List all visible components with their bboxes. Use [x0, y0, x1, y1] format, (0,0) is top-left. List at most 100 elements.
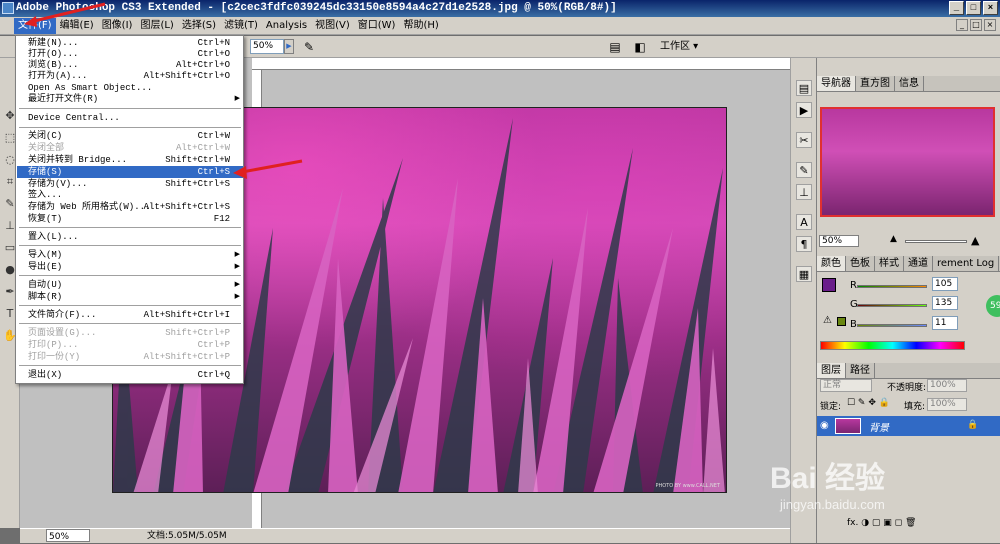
- close-button[interactable]: ×: [983, 1, 998, 15]
- menu-item-close[interactable]: 关闭(C) Ctrl+W: [17, 130, 243, 142]
- minimize-button[interactable]: _: [949, 1, 964, 15]
- baidu-watermark-url: jingyan.baidu.com: [780, 497, 885, 512]
- color-spectrum-ramp[interactable]: [820, 341, 965, 350]
- menu-item-save-for-web[interactable]: 存储为 Web 所用格式(W)... Alt+Shift+Ctrl+S: [17, 201, 243, 213]
- menu-filter[interactable]: 滤镜(T): [220, 18, 262, 34]
- navigator-zoom-field[interactable]: 50%: [819, 235, 859, 247]
- tab-channels[interactable]: 通道: [904, 256, 933, 271]
- baidu-watermark: Bai 经验 jingyan.baidu.com: [770, 445, 990, 525]
- layer-comps-icon[interactable]: ▦: [796, 266, 812, 282]
- scrubby-zoom-icon[interactable]: ✎: [301, 39, 317, 55]
- layer-lock-icon: 🔒: [967, 420, 979, 430]
- submenu-arrow-icon: ▶: [234, 263, 240, 271]
- zoom-input[interactable]: 50%: [250, 39, 284, 54]
- menu-item-print[interactable]: 打印(P)... Ctrl+P: [17, 339, 243, 351]
- menu-help[interactable]: 帮助(H): [399, 18, 442, 34]
- menu-bar: 文件(F) 编辑(E) 图像(I) 图层(L) 选择(S) 滤镜(T) Anal…: [0, 17, 1000, 35]
- bridge-icon[interactable]: ◧: [632, 39, 648, 55]
- navigator-zoom-slider[interactable]: [905, 240, 967, 243]
- menu-window[interactable]: 窗口(W): [354, 18, 400, 34]
- doc-minimize-button[interactable]: _: [956, 19, 968, 31]
- menu-item-open-as[interactable]: 打开为(A)... Alt+Shift+Ctrl+O: [17, 70, 243, 82]
- navigator-thumbnail[interactable]: [820, 107, 995, 217]
- menu-view[interactable]: 视图(V): [311, 18, 354, 34]
- menu-item-place[interactable]: 置入(L)...: [17, 231, 243, 243]
- tab-info[interactable]: 信息: [895, 76, 924, 91]
- menu-layer[interactable]: 图层(L): [136, 18, 177, 34]
- gamut-color-swatch[interactable]: [837, 317, 846, 326]
- menu-separator: [19, 275, 241, 276]
- menu-select[interactable]: 选择(S): [178, 18, 220, 34]
- tab-layers[interactable]: 图层: [817, 363, 846, 378]
- menu-item-recent-files[interactable]: 最近打开文件(R) ▶: [17, 93, 243, 105]
- layer-row-background[interactable]: ◉ 背景 🔒: [817, 416, 1000, 436]
- submenu-arrow-icon: ▶: [234, 281, 240, 289]
- maximize-button[interactable]: □: [966, 1, 981, 15]
- paragraph-icon[interactable]: ¶: [796, 236, 812, 252]
- tab-color[interactable]: 颜色: [817, 256, 846, 271]
- photoshop-logo-icon: [2, 2, 14, 14]
- r-slider[interactable]: [857, 285, 927, 288]
- opacity-label: 不透明度:: [887, 383, 927, 393]
- menu-item-save[interactable]: 存储(S) Ctrl+S: [17, 166, 243, 178]
- history-icon[interactable]: ▤: [796, 80, 812, 96]
- zoom-arrow-icon[interactable]: ▶: [284, 39, 294, 54]
- r-value-input[interactable]: 105: [932, 277, 958, 291]
- g-slider[interactable]: [857, 304, 927, 307]
- menu-separator: [19, 108, 241, 109]
- zoom-in-icon[interactable]: ▲: [971, 234, 979, 247]
- menu-separator: [19, 245, 241, 246]
- b-slider[interactable]: [857, 324, 927, 327]
- photo-credit: PHOTO BY www.CALL.NET: [655, 483, 720, 489]
- status-doc-size[interactable]: 文档:5.05M/5.05M: [147, 529, 227, 543]
- gamut-warning-icon[interactable]: ⚠: [823, 315, 832, 326]
- menu-analysis[interactable]: Analysis: [262, 18, 311, 34]
- layers-tabs: 图层 路径: [817, 363, 1000, 379]
- b-value-input[interactable]: 11: [932, 316, 958, 330]
- status-zoom-field[interactable]: 50%: [46, 529, 90, 542]
- title-bar: Adobe Photoshop CS3 Extended - [c2cec3fd…: [0, 0, 1000, 17]
- fill-label: 填充:: [904, 402, 926, 412]
- tab-styles[interactable]: 样式: [875, 256, 904, 271]
- tab-swatches[interactable]: 色板: [846, 256, 875, 271]
- menu-item-print-one-copy[interactable]: 打印一份(Y) Alt+Shift+Ctrl+P: [17, 351, 243, 363]
- b-label: B: [850, 319, 857, 330]
- zoom-out-icon[interactable]: ▲: [890, 234, 897, 244]
- brushes-icon[interactable]: ✎: [796, 162, 812, 178]
- visibility-eye-icon[interactable]: ◉: [820, 420, 829, 431]
- actions-icon[interactable]: ▶: [796, 102, 812, 118]
- horizontal-ruler: [252, 58, 790, 70]
- clone-source-icon[interactable]: ⊥: [796, 184, 812, 200]
- tab-paths[interactable]: 路径: [846, 363, 875, 378]
- tool-presets-icon[interactable]: ✂: [796, 132, 812, 148]
- menu-item-check-in[interactable]: 签入...: [17, 189, 243, 201]
- menu-item-export[interactable]: 导出(E) ▶: [17, 261, 243, 273]
- tab-navigator[interactable]: 导航器: [817, 76, 856, 91]
- foreground-color-swatch[interactable]: [822, 278, 836, 292]
- status-bar: 50% 文档:5.05M/5.05M: [20, 528, 790, 543]
- doc-close-button[interactable]: ×: [984, 19, 996, 31]
- menu-item-automate[interactable]: 自动(U) ▶: [17, 279, 243, 291]
- menu-item-page-setup[interactable]: 页面设置(G)... Shift+Ctrl+P: [17, 327, 243, 339]
- menu-item-device-central[interactable]: Device Central...: [17, 112, 243, 124]
- doc-maximize-button[interactable]: □: [970, 19, 982, 31]
- color-tabs: 颜色 色板 样式 通道 rement Log: [817, 256, 1000, 272]
- tab-histogram[interactable]: 直方图: [856, 76, 895, 91]
- g-value-input[interactable]: 135: [932, 296, 958, 310]
- opacity-input[interactable]: 100%: [927, 379, 967, 392]
- lock-icons[interactable]: ☐ ✎ ✥ 🔒: [847, 398, 890, 408]
- menu-item-file-info[interactable]: 文件简介(F)... Alt+Shift+Ctrl+I: [17, 309, 243, 321]
- fill-input[interactable]: 100%: [927, 398, 967, 411]
- character-icon[interactable]: A: [796, 214, 812, 230]
- menu-item-revert[interactable]: 恢复(T) F12: [17, 213, 243, 225]
- menu-item-scripts[interactable]: 脚本(R) ▶: [17, 291, 243, 303]
- menu-item-close-go-bridge[interactable]: 关闭并转到 Bridge... Shift+Ctrl+W: [17, 154, 243, 166]
- menu-item-close-all[interactable]: 关闭全部 Alt+Ctrl+W: [17, 142, 243, 154]
- menu-item-exit[interactable]: 退出(X) Ctrl+Q: [17, 369, 243, 381]
- workspace-menu-button[interactable]: 工作区 ▾: [660, 38, 698, 55]
- blend-mode-select[interactable]: 正常: [820, 379, 872, 392]
- tab-measurement-log[interactable]: rement Log: [933, 256, 1000, 271]
- menu-separator: [19, 127, 241, 128]
- palette-well-icon[interactable]: ▤: [607, 39, 623, 55]
- menu-item-import[interactable]: 导入(M) ▶: [17, 249, 243, 261]
